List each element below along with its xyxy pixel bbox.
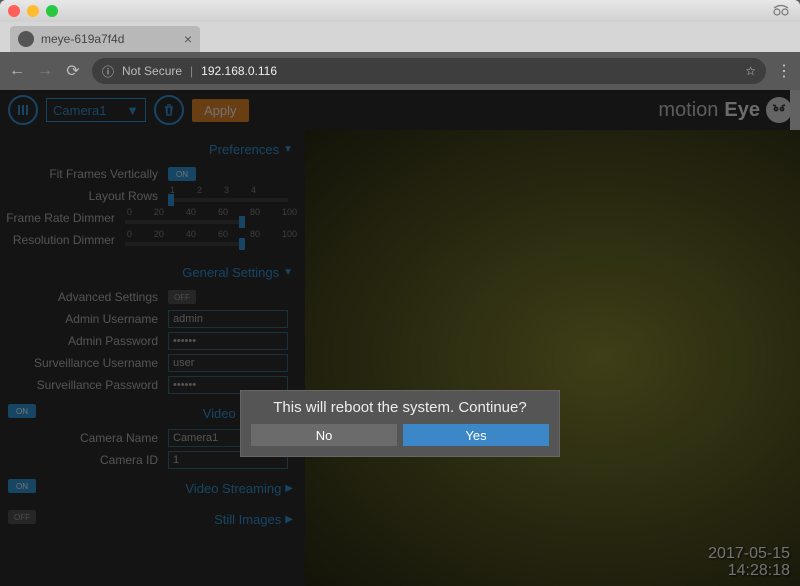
info-icon: ⓘ	[102, 63, 114, 80]
nav-forward-icon: →	[36, 62, 54, 80]
modal-backdrop	[0, 90, 800, 586]
address-field[interactable]: ⓘ Not Secure | 192.168.0.116 ☆	[92, 58, 766, 84]
window-zoom-icon[interactable]	[46, 5, 58, 17]
browser-tab[interactable]: meye-619a7f4d ×	[10, 26, 200, 52]
address-bar: ← → ⟳ ⓘ Not Secure | 192.168.0.116 ☆ ⋮	[0, 52, 800, 90]
tab-title: meye-619a7f4d	[41, 32, 124, 46]
tab-close-icon[interactable]: ×	[184, 31, 192, 47]
incognito-icon	[772, 4, 790, 19]
not-secure-label: Not Secure	[122, 64, 182, 78]
modal-message: This will reboot the system. Continue?	[251, 399, 549, 416]
window-minimize-icon[interactable]	[27, 5, 39, 17]
url-text: 192.168.0.116	[201, 64, 277, 78]
tab-strip: meye-619a7f4d ×	[0, 22, 800, 52]
bookmark-star-icon[interactable]: ☆	[745, 64, 756, 78]
page-viewport: Camera1 ▼ Apply motionEye Preferences▼ F…	[0, 90, 800, 586]
window-close-icon[interactable]	[8, 5, 20, 17]
reboot-confirm-modal: This will reboot the system. Continue? N…	[240, 390, 560, 457]
nav-back-icon[interactable]: ←	[8, 62, 26, 80]
favicon-icon	[18, 31, 34, 47]
browser-menu-icon[interactable]: ⋮	[776, 61, 792, 81]
modal-no-button[interactable]: No	[251, 424, 397, 446]
browser-window: meye-619a7f4d × ← → ⟳ ⓘ Not Secure | 192…	[0, 0, 800, 586]
modal-yes-button[interactable]: Yes	[403, 424, 549, 446]
nav-reload-icon[interactable]: ⟳	[64, 61, 82, 81]
window-titlebar	[0, 0, 800, 22]
